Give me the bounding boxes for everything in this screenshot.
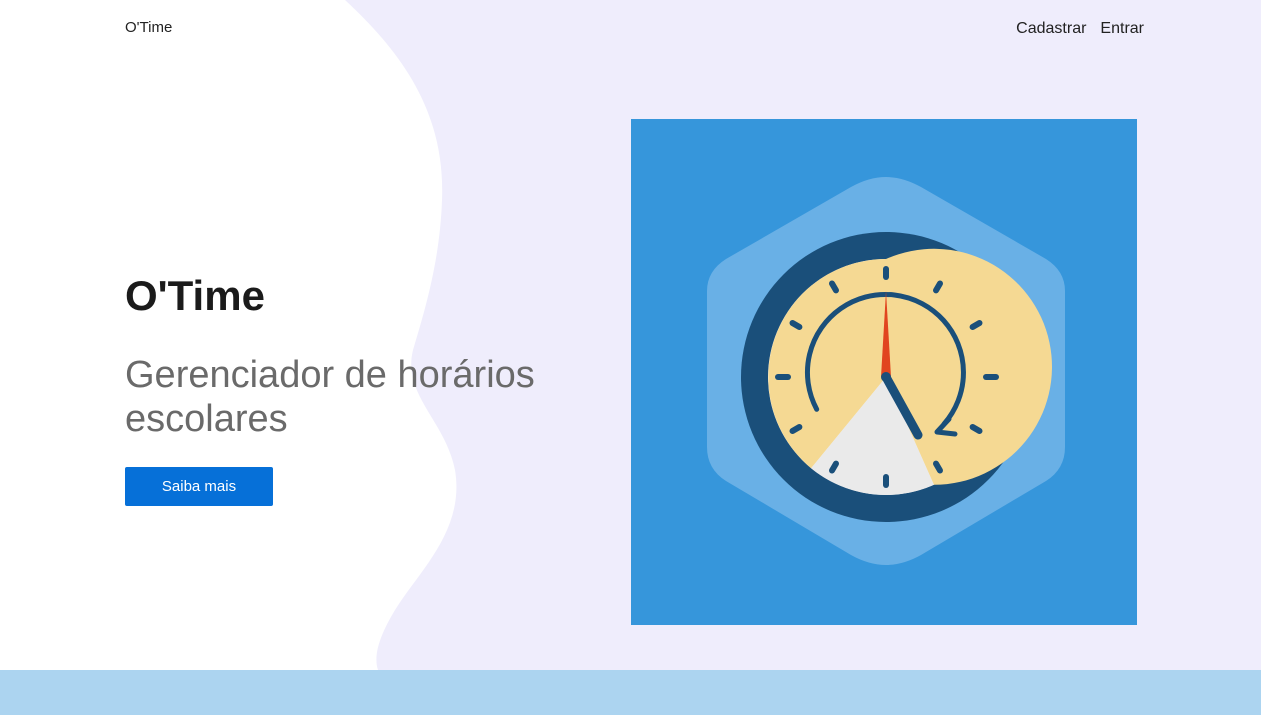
learn-more-button[interactable]: Saiba mais xyxy=(125,467,273,506)
hero-subtitle: Gerenciador de horários escolares xyxy=(125,354,535,440)
top-nav: Cadastrar Entrar xyxy=(1016,20,1144,38)
hero-title: O'Time xyxy=(125,272,265,319)
nav-link-login[interactable]: Entrar xyxy=(1100,20,1144,38)
clock-illustration xyxy=(631,119,1137,625)
footer-band xyxy=(0,670,1261,715)
nav-brand[interactable]: O'Time xyxy=(125,19,172,36)
nav-link-register[interactable]: Cadastrar xyxy=(1016,20,1086,38)
